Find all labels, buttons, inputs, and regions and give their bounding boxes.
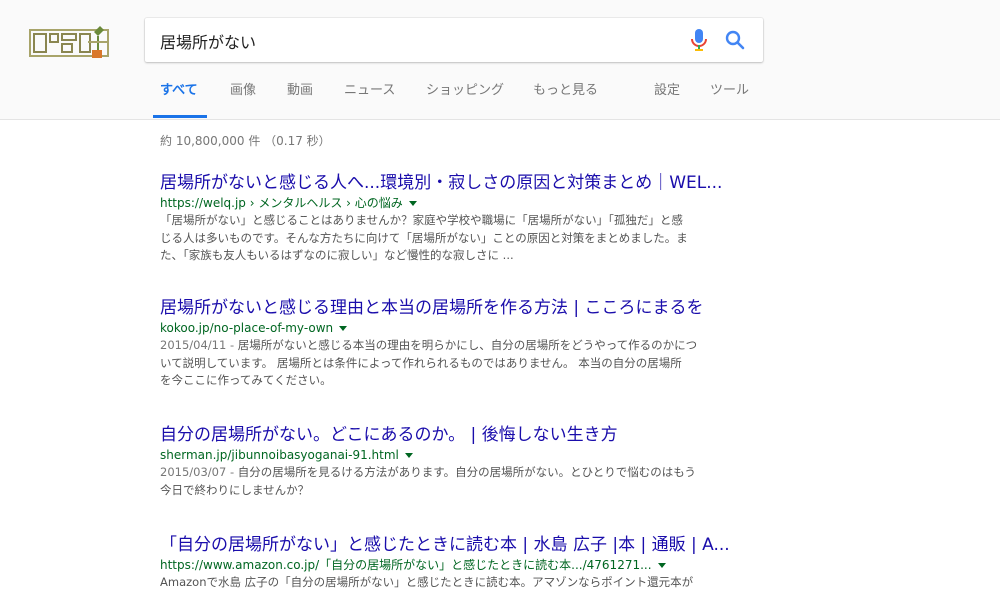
search-result: 「自分の居場所がない」と感じたときに読む本 | 水島 広子 |本 | 通販 | …: [160, 534, 760, 592]
result-snippet: Amazonで水島 広子の「自分の居場所がない」と感じたときに読む本。アマゾンな…: [160, 574, 760, 592]
search-icon[interactable]: [725, 30, 745, 50]
snippet-line: 今日で終わりにしませんか？: [160, 482, 310, 497]
tab-all[interactable]: すべて: [160, 79, 198, 98]
caret-down-icon[interactable]: [404, 452, 413, 458]
result-url-text: sherman.jp/jibunnoibasyoganai-91.html: [160, 448, 399, 462]
result-snippet: 2015/03/07 - 自分の居場所を見るける方法があります。自分の居場所がな…: [160, 464, 760, 499]
result-date: 2015/03/07 -: [160, 465, 238, 479]
caret-down-icon[interactable]: [408, 200, 417, 206]
logo[interactable]: [28, 22, 114, 62]
result-title-link[interactable]: 「自分の居場所がない」と感じたときに読む本 | 水島 広子 |本 | 通販 | …: [160, 534, 760, 556]
tab-shopping[interactable]: ショッピング: [426, 79, 504, 98]
result-title-link[interactable]: 居場所がないと感じる理由と本当の居場所を作る方法 | こころにまるを: [160, 297, 760, 319]
result-title-link[interactable]: 居場所がないと感じる人へ...環境別・寂しさの原因と対策まとめ｜WEL...: [160, 172, 760, 194]
result-date: 2015/04/11 -: [160, 338, 238, 352]
result-snippet: 2015/04/11 - 居場所がないと感じる本当の理由を明らかにし、自分の居場…: [160, 337, 760, 390]
tab-news[interactable]: ニュース: [344, 79, 395, 98]
result-url: https://www.amazon.co.jp/「自分の居場所がない」と感じた…: [160, 556, 760, 574]
result-title-link[interactable]: 自分の居場所がない。どこにあるのか。 | 後悔しない生き方: [160, 424, 760, 446]
result-url: kokoo.jp/no-place-of-my-own: [160, 319, 760, 337]
result-url: https://welq.jp › メンタルヘルス › 心の悩み: [160, 194, 760, 212]
tab-images[interactable]: 画像: [230, 79, 256, 98]
result-url: sherman.jp/jibunnoibasyoganai-91.html: [160, 446, 760, 464]
search-result: 居場所がないと感じる人へ...環境別・寂しさの原因と対策まとめ｜WEL... h…: [160, 172, 760, 265]
microphone-icon[interactable]: [689, 28, 709, 52]
tab-tools[interactable]: ツール: [710, 79, 749, 98]
result-snippet: 「居場所がない」と感じることはありませんか？家庭や学校や職場に「居場所がない」「…: [160, 212, 760, 265]
snippet-line: 2015/04/11 - 居場所がないと感じる本当の理由を明らかにし、自分の居場…: [160, 338, 698, 352]
active-tab-indicator: [153, 115, 207, 118]
search-input[interactable]: 居場所がない: [160, 29, 256, 53]
caret-down-icon[interactable]: [657, 562, 666, 568]
tab-more[interactable]: もっと見る: [533, 79, 598, 98]
result-url-text: kokoo.jp/no-place-of-my-own: [160, 321, 334, 335]
snippet-line: Amazonで水島 広子の「自分の居場所がない」と感じたときに読む本。アマゾンな…: [160, 575, 694, 589]
snippet-line: じる人は多いものです。そんな方たちに向けて「居場所がない」ことの原因と対策をまと…: [160, 230, 688, 245]
result-url-text: https://welq.jp › メンタルヘルス › 心の悩み: [160, 196, 403, 210]
header: 居場所がない すべて 画像 動画 ニュース ショッピング もっと見る 設定 ツー…: [0, 0, 1000, 120]
result-url-text: https://www.amazon.co.jp/「自分の居場所がない」と感じた…: [160, 558, 652, 572]
snippet-line: を今ここに作ってみてください。: [160, 373, 332, 387]
search-result: 居場所がないと感じる理由と本当の居場所を作る方法 | こころにまるを kokoo…: [160, 297, 760, 390]
result-stats: 約 10,800,000 件 （0.17 秒）: [160, 134, 331, 148]
search-box[interactable]: 居場所がない: [145, 18, 763, 62]
snippet-line: た、「家族も友人もいるはずなのに寂しい」など慢性的な寂しさに ...: [160, 248, 514, 262]
snippet-line: 2015/03/07 - 自分の居場所を見るける方法があります。自分の居場所がな…: [160, 465, 696, 479]
search-result: 自分の居場所がない。どこにあるのか。 | 後悔しない生き方 sherman.jp…: [160, 424, 760, 499]
tab-videos[interactable]: 動画: [287, 79, 313, 98]
caret-down-icon[interactable]: [339, 325, 348, 331]
tab-settings[interactable]: 設定: [654, 79, 680, 98]
snippet-line: 「居場所がない」と感じることはありませんか？家庭や学校や職場に「居場所がない」「…: [160, 213, 683, 227]
snippet-line: いて説明しています。 居場所とは条件によって作れられるものではありません。 本当…: [160, 355, 682, 370]
